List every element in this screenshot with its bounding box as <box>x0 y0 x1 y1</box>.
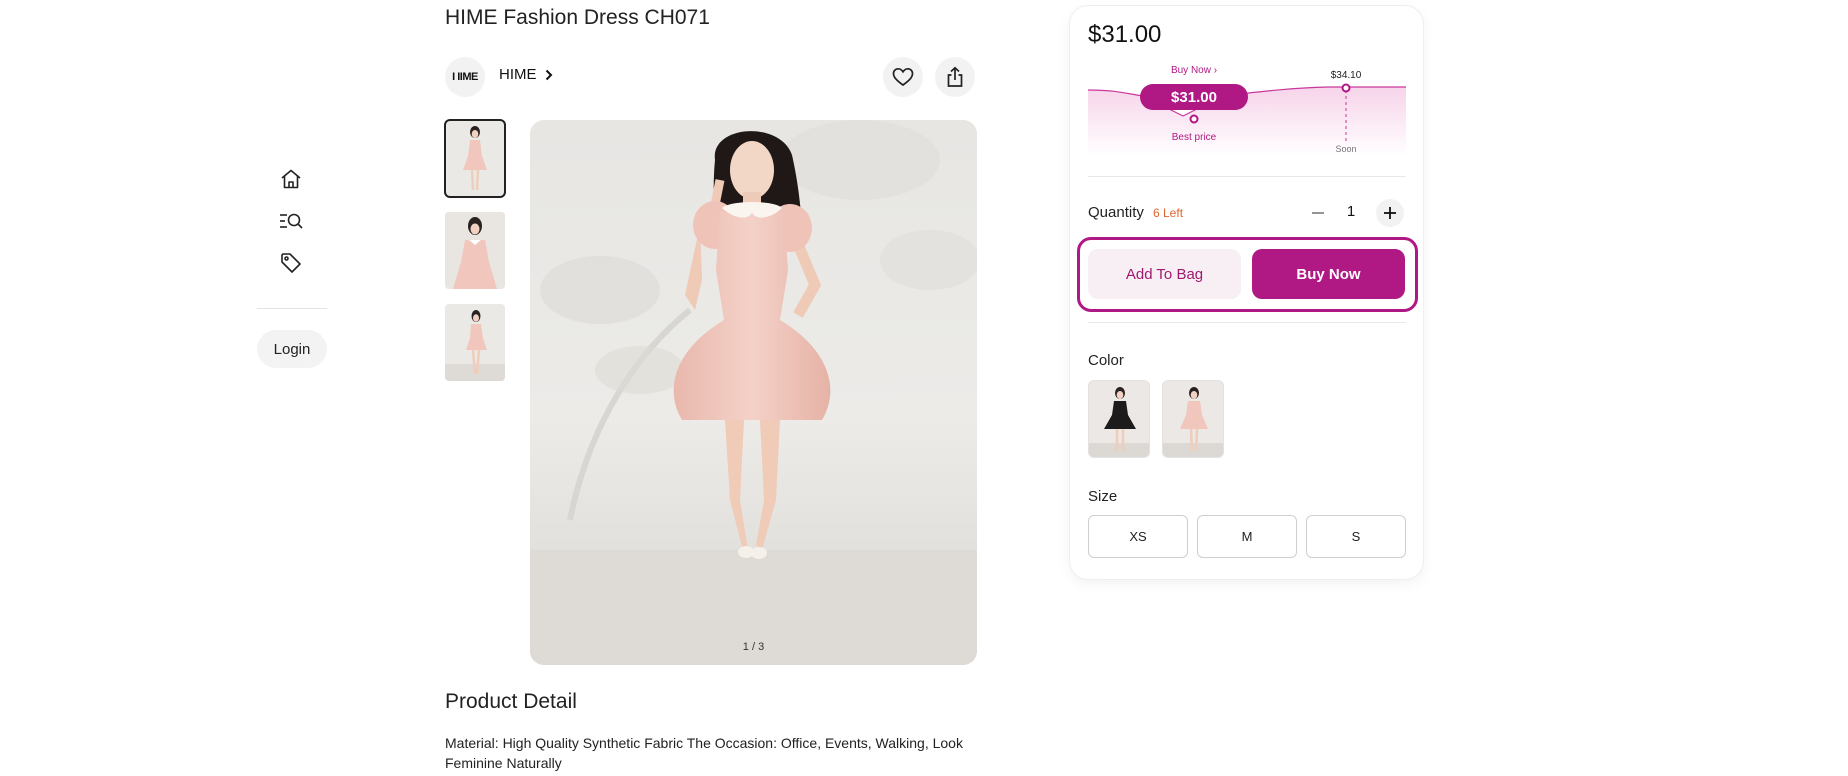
brand-link[interactable]: HIME <box>499 66 553 83</box>
buy-now-button[interactable]: Buy Now <box>1252 249 1405 299</box>
brand-name: HIME <box>499 66 537 83</box>
thumbnail-1[interactable] <box>444 119 506 198</box>
share-button[interactable] <box>935 57 975 97</box>
color-swatch-black[interactable] <box>1088 380 1150 458</box>
black-dress-image <box>1089 381 1149 457</box>
soon-label: Soon <box>1335 144 1356 154</box>
thumbnail-3[interactable] <box>445 304 505 381</box>
size-label: Size <box>1088 488 1118 505</box>
tag-icon[interactable] <box>278 250 304 276</box>
size-option-s[interactable]: S <box>1306 515 1406 558</box>
product-detail-text: Material: High Quality Synthetic Fabric … <box>445 735 963 771</box>
quantity-decrement-button[interactable] <box>1304 199 1332 227</box>
favorite-button[interactable] <box>883 57 923 97</box>
dress-thumbnail-image <box>445 120 505 197</box>
price-timeline-chart[interactable]: $31.00 Buy Now › $34.10 Best price Soon <box>1088 56 1406 156</box>
share-icon <box>947 66 963 87</box>
nav-divider <box>257 308 327 309</box>
product-title: HIME Fashion Dress CH071 <box>445 6 710 29</box>
size-option-m[interactable]: M <box>1197 515 1297 558</box>
quantity-label: Quantity <box>1088 204 1144 221</box>
price: $31.00 <box>1088 21 1162 48</box>
best-price-label: Best price <box>1172 132 1217 143</box>
brand-logo-text: I IIME <box>452 71 478 83</box>
minus-icon <box>1312 212 1324 214</box>
quantity-increment-button[interactable] <box>1376 199 1404 227</box>
stock-left-badge: 6 Left <box>1153 206 1184 220</box>
thumbnail-2[interactable] <box>445 212 505 289</box>
heart-icon <box>892 67 914 87</box>
quantity-value[interactable]: 1 <box>1344 203 1358 220</box>
color-label: Color <box>1088 352 1124 369</box>
dress-thumbnail-image <box>445 212 505 289</box>
plus-icon <box>1384 207 1396 219</box>
purchase-card: $31.00 $31.00 Buy Now › $34.10 Best pric… <box>1070 6 1423 579</box>
divider <box>1088 322 1406 323</box>
home-icon[interactable] <box>278 166 304 192</box>
dress-thumbnail-image <box>445 304 505 381</box>
brand-logo[interactable]: I IIME <box>445 57 485 97</box>
current-price-label: $31.00 <box>1171 89 1217 106</box>
chevron-right-icon <box>545 69 552 80</box>
future-price-point <box>1341 83 1351 93</box>
login-button[interactable]: Login <box>257 330 327 368</box>
main-product-image[interactable]: 1 / 3 <box>530 120 977 665</box>
best-price-point <box>1189 114 1199 124</box>
add-to-bag-button[interactable]: Add To Bag <box>1088 249 1241 299</box>
color-swatch-pink[interactable] <box>1162 380 1224 458</box>
future-price-label: $34.10 <box>1331 70 1362 81</box>
buy-now-chart-link[interactable]: Buy Now › <box>1171 65 1217 76</box>
divider <box>1088 176 1406 177</box>
size-option-xs[interactable]: XS <box>1088 515 1188 558</box>
search-list-icon[interactable] <box>278 208 304 234</box>
product-detail-title: Product Detail <box>445 690 577 713</box>
image-counter: 1 / 3 <box>742 641 765 653</box>
model-in-pink-dress-image <box>530 120 977 665</box>
pink-dress-image <box>1163 381 1223 457</box>
